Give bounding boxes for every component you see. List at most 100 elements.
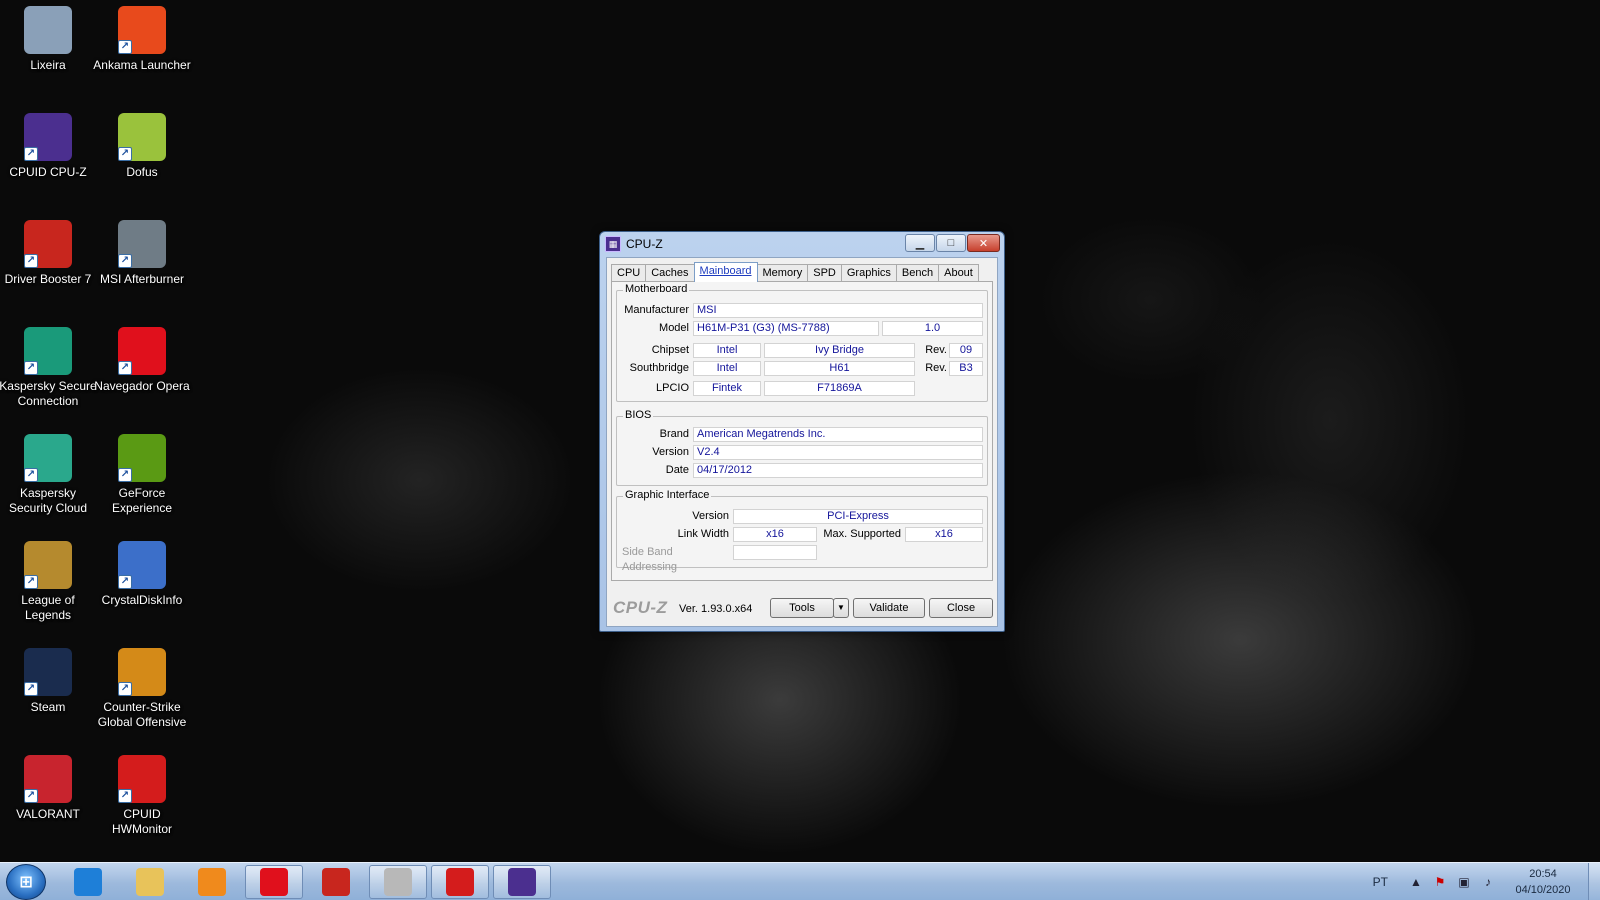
clock[interactable]: 20:54 04/10/2020 (1512, 866, 1574, 898)
league-of-legends-icon: ↗ (24, 541, 72, 589)
start-button[interactable]: ⊞ (6, 864, 46, 900)
desktop-icon[interactable]: ↗ MSI Afterburner (94, 214, 190, 314)
taskbar-button[interactable] (307, 865, 365, 899)
motherboard-legend: Motherboard (623, 283, 690, 295)
tab-spd[interactable]: SPD (807, 264, 842, 282)
desktop-icon[interactable]: ↗ VALORANT (0, 749, 96, 849)
desktop-icon[interactable]: ↗ League of Legends (0, 535, 96, 635)
shortcut-arrow-icon: ↗ (24, 147, 38, 161)
title-bar[interactable]: ▦ CPU-Z ▁ □ ✕ (600, 232, 1004, 256)
taskbar-button[interactable] (431, 865, 489, 899)
hwmonitor-icon (446, 868, 474, 896)
tools-button[interactable]: Tools (770, 598, 834, 618)
desktop-icon-label: Driver Booster 7 (4, 272, 92, 286)
minimize-button[interactable]: ▁ (905, 234, 935, 252)
taskbar-button[interactable] (121, 865, 179, 899)
crystaldiskinfo-icon: ↗ (118, 541, 166, 589)
gi-version-value[interactable]: PCI-Express (733, 509, 983, 524)
shortcut-arrow-icon: ↗ (118, 147, 132, 161)
gi-version-label: Version (692, 510, 729, 522)
close-window-button[interactable]: ✕ (967, 234, 1000, 252)
clock-time: 20:54 (1529, 868, 1557, 880)
lpcio-name-value[interactable]: F71869A (764, 381, 915, 396)
manufacturer-label: Manufacturer (624, 304, 689, 316)
shortcut-arrow-icon: ↗ (24, 575, 38, 589)
taskbar-button[interactable] (59, 865, 117, 899)
graphic-interface-legend: Graphic Interface (623, 489, 712, 501)
bios-version-value[interactable]: V2.4 (693, 445, 983, 460)
lpcio-vendor-value[interactable]: Fintek (693, 381, 761, 396)
network-icon[interactable]: ▣ (1456, 874, 1472, 890)
graphic-interface-group: Graphic Interface Version PCI-Express Li… (616, 489, 988, 573)
desktop-icon[interactable]: ↗ Ankama Launcher (93, 0, 191, 100)
hwmonitor-icon: ↗ (118, 755, 166, 803)
tab-memory[interactable]: Memory (756, 264, 809, 282)
tab-caches[interactable]: Caches (645, 264, 695, 282)
desktop-icon[interactable]: ↗ CPUID HWMonitor (94, 749, 190, 849)
tools-dropdown-button[interactable]: ▼ (833, 598, 849, 618)
model-value[interactable]: H61M-P31 (G3) (MS-7788) (693, 321, 879, 336)
tab-graphics[interactable]: Graphics (840, 264, 897, 282)
csgo-icon: ↗ (118, 648, 166, 696)
desktop-icon[interactable]: ↗ Steam (0, 642, 96, 742)
msi-afterburner-icon: ↗ (118, 220, 166, 268)
cpu-z-window: ▦ CPU-Z ▁ □ ✕ CPU Caches Mainboard Memory SP… (599, 231, 1005, 632)
close-button[interactable]: Close (929, 598, 993, 618)
cpu-z-icon: ↗ (24, 113, 72, 161)
shortcut-arrow-icon: ↗ (24, 789, 38, 803)
max-supported-value[interactable]: x16 (905, 527, 983, 542)
tab-strip: CPU Caches Mainboard Memory SPD Graphics Bench… (611, 262, 979, 282)
volume-icon[interactable]: ♪ (1480, 874, 1496, 890)
desktop-icon[interactable]: ↗ CrystalDiskInfo (94, 535, 190, 635)
recycle-bin-icon (24, 6, 72, 54)
desktop-icon[interactable]: Lixeira (0, 0, 96, 100)
southbridge-rev-value[interactable]: B3 (949, 361, 983, 376)
desktop-icon-label: Ankama Launcher (93, 58, 191, 72)
tab-bench[interactable]: Bench (895, 264, 940, 282)
chipset-vendor-value[interactable]: Intel (693, 343, 761, 358)
kaspersky-cloud-icon: ↗ (24, 434, 72, 482)
desktop-icon[interactable]: ↗ Counter-Strike Global Offensive (94, 642, 190, 742)
window-client-area: CPU Caches Mainboard Memory SPD Graphics Bench… (606, 257, 998, 627)
desktop-icon[interactable]: ↗ CPUID CPU-Z (0, 107, 96, 207)
desktop-icon-label: Counter-Strike Global Offensive (97, 700, 187, 729)
tab-about[interactable]: About (938, 264, 979, 282)
taskbar-button[interactable] (493, 865, 551, 899)
bios-brand-value[interactable]: American Megatrends Inc. (693, 427, 983, 442)
tab-mainboard[interactable]: Mainboard (693, 262, 758, 282)
language-indicator[interactable]: PT (1373, 875, 1388, 889)
desktop-icon[interactable]: ↗ Driver Booster 7 (0, 214, 96, 314)
manufacturer-value[interactable]: MSI (693, 303, 983, 318)
bios-date-value[interactable]: 04/17/2012 (693, 463, 983, 478)
desktop-icon-label: MSI Afterburner (99, 272, 185, 286)
taskbar-button[interactable] (183, 865, 241, 899)
geforce-icon: ↗ (118, 434, 166, 482)
bios-brand-label: Brand (659, 428, 689, 440)
chipset-name-value[interactable]: Ivy Bridge (764, 343, 915, 358)
chipset-rev-value[interactable]: 09 (949, 343, 983, 358)
model-revision-value[interactable]: 1.0 (882, 321, 983, 336)
desktop-icon[interactable]: ↗ Kaspersky Secure Connection (0, 321, 97, 421)
maximize-button[interactable]: □ (936, 234, 966, 252)
show-hidden-icons-icon[interactable]: ▲ (1408, 874, 1424, 890)
southbridge-vendor-value[interactable]: Intel (693, 361, 761, 376)
desktop-icon-label: CPUID CPU-Z (9, 165, 87, 179)
side-band-value[interactable] (733, 545, 817, 560)
desktop-icon[interactable]: ↗ Navegador Opera (94, 321, 190, 421)
desktop-icon[interactable]: ↗ Dofus (94, 107, 190, 207)
taskbar-button[interactable] (369, 865, 427, 899)
desktop-icon[interactable]: ↗ Kaspersky Security Cloud (0, 428, 96, 528)
southbridge-name-value[interactable]: H61 (764, 361, 915, 376)
validate-button[interactable]: Validate (853, 598, 925, 618)
southbridge-label: Southbridge (629, 362, 689, 374)
desktop-icon[interactable]: ↗ GeForce Experience (94, 428, 190, 528)
action-center-icon[interactable]: ⚑ (1432, 874, 1448, 890)
taskbar-button[interactable] (245, 865, 303, 899)
tab-cpu[interactable]: CPU (611, 264, 647, 282)
link-width-value[interactable]: x16 (733, 527, 817, 542)
desktop-icon-label: Kaspersky Secure Connection (0, 379, 97, 408)
cpu-z-app-icon[interactable]: ▦ (605, 236, 621, 252)
taskbar: ⊞ PT ▲ ⚑ ▣ ♪ 20:54 04/10/2020 (0, 862, 1600, 900)
show-desktop-button[interactable] (1588, 863, 1600, 900)
side-band-label: Side Band Addressing (622, 546, 678, 573)
